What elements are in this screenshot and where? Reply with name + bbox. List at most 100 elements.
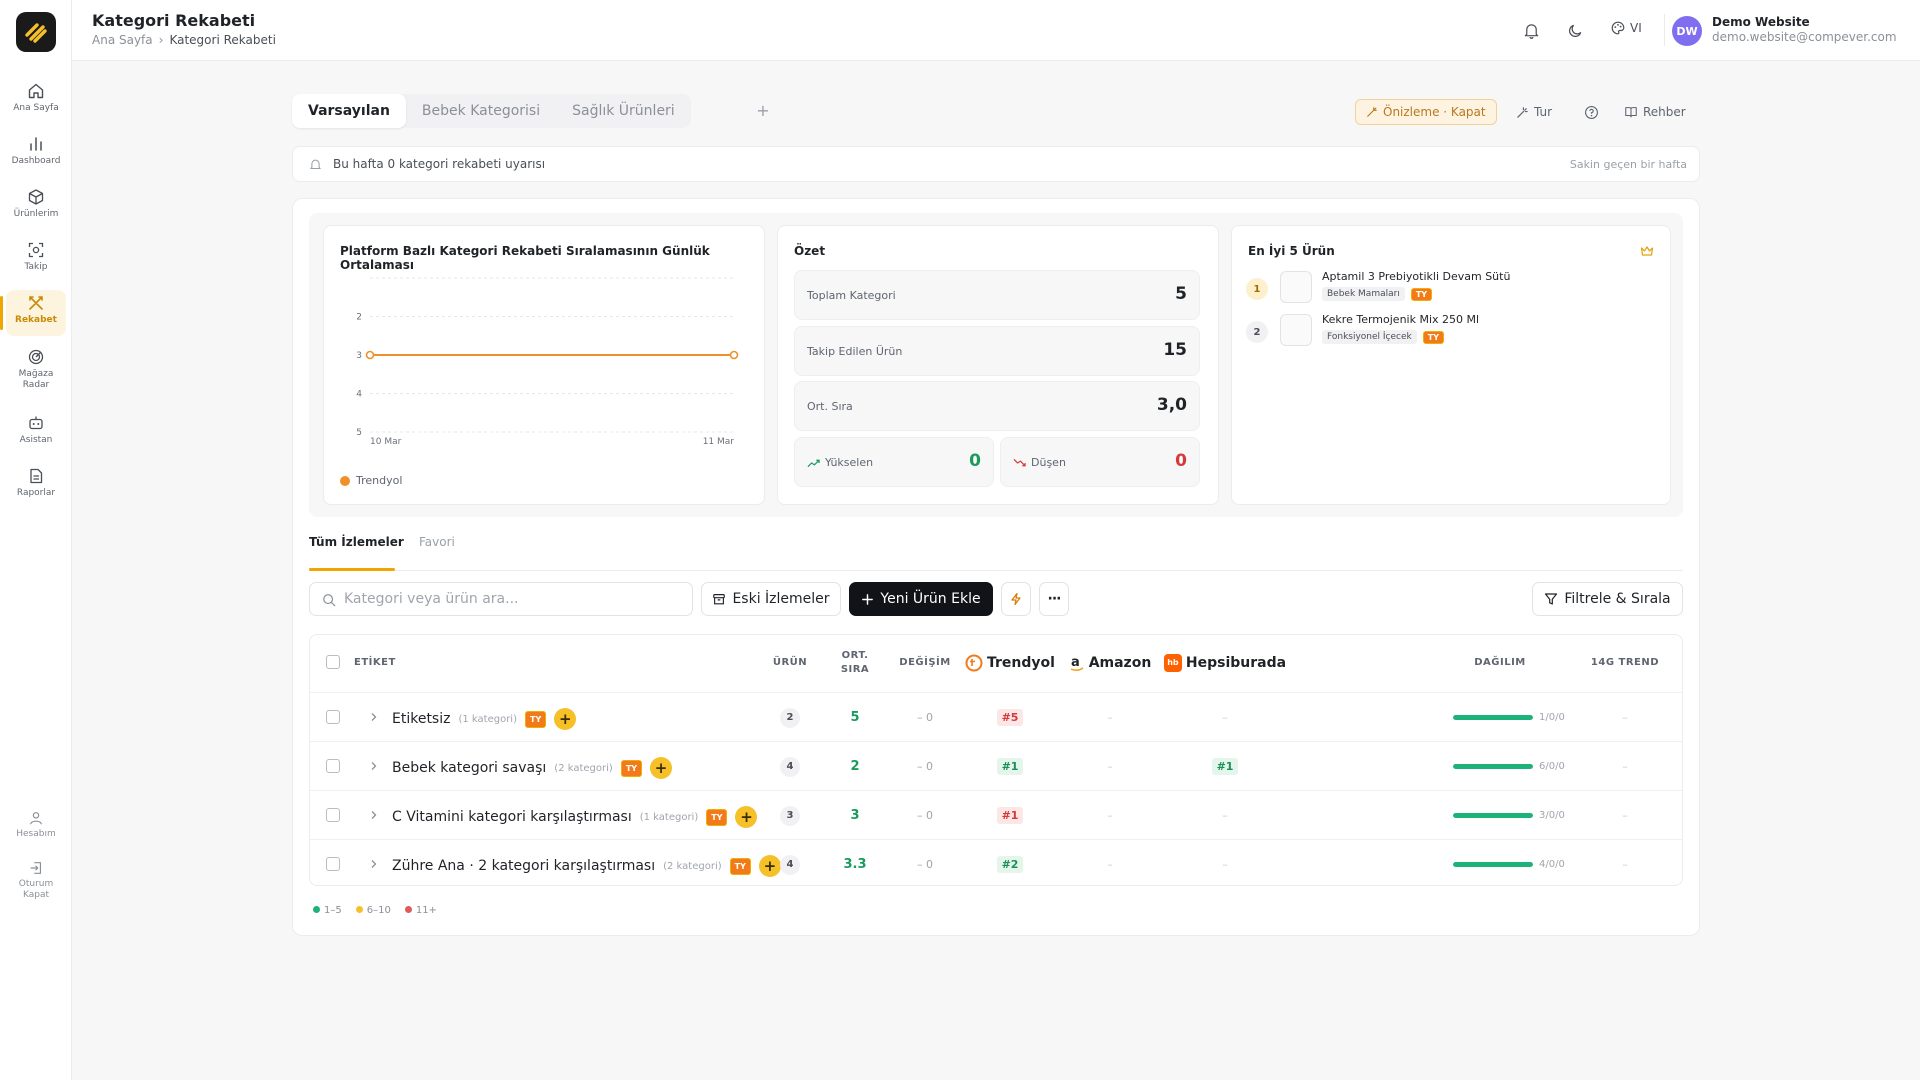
column-header-avg-rank[interactable]: ORT. SIRA bbox=[820, 635, 890, 691]
filter-sort-button[interactable]: Filtrele & Sırala bbox=[1532, 582, 1683, 616]
row-category-count: (1 kategori) bbox=[458, 713, 517, 725]
competition-table: ETİKET ÜRÜN ORT. SIRA DEĞİŞİM Trendyol a… bbox=[309, 634, 1683, 886]
bar-chart-icon bbox=[30, 137, 42, 151]
sidebar-item-logout[interactable]: Oturum Kapat bbox=[6, 856, 66, 902]
trend-cell: – bbox=[1580, 742, 1670, 791]
trendyol-rank: #2 bbox=[996, 856, 1024, 873]
row-checkbox[interactable] bbox=[326, 759, 340, 773]
tour-label: Tur bbox=[1534, 105, 1553, 119]
chart-card: Platform Bazlı Kategori Rekabeti Sıralam… bbox=[323, 225, 765, 505]
avatar[interactable]: DW bbox=[1672, 16, 1702, 46]
tab-health-products[interactable]: Sağlık Ürünleri bbox=[556, 94, 691, 128]
column-header-amazon[interactable]: a Amazon bbox=[1060, 635, 1160, 691]
column-header-hepsiburada[interactable]: hb Hepsiburada bbox=[1160, 635, 1290, 691]
tour-button[interactable]: Tur bbox=[1516, 99, 1552, 125]
column-header-label[interactable]: ETİKET bbox=[354, 635, 414, 691]
sidebar-item-dashboard[interactable]: Dashboard bbox=[6, 131, 66, 177]
column-header-products[interactable]: ÜRÜN bbox=[760, 635, 820, 691]
stat-value: 0 bbox=[1175, 451, 1187, 471]
row-checkbox[interactable] bbox=[326, 710, 340, 724]
table-row[interactable]: C Vitamini kategori karşılaştırması (1 k… bbox=[310, 790, 1682, 839]
add-category-button[interactable]: + bbox=[650, 757, 673, 779]
more-options-button[interactable]: ··· bbox=[1039, 582, 1069, 616]
table-row[interactable]: Etiketsiz (1 kategori) TY + 2 5 – 0 #5 –… bbox=[310, 692, 1682, 742]
weekly-alert-bar[interactable]: Bu hafta 0 kategori rekabeti uyarısı Sak… bbox=[292, 146, 1700, 182]
line-chart: 2 3 4 5 10 Mar 11 Mar bbox=[356, 277, 739, 447]
legend-dot bbox=[313, 906, 320, 913]
row-label[interactable]: C Vitamini kategori karşılaştırması (1 k… bbox=[392, 806, 758, 828]
add-category-button[interactable]: + bbox=[735, 806, 758, 828]
report-icon bbox=[30, 468, 43, 484]
user-icon bbox=[30, 812, 42, 825]
add-category-button[interactable]: + bbox=[554, 708, 577, 730]
old-watches-button[interactable]: Eski İzlemeler bbox=[701, 582, 841, 616]
sidebar-item-reports[interactable]: Raporlar bbox=[6, 463, 66, 509]
distribution-text: 1/0/0 bbox=[1539, 712, 1565, 723]
help-button[interactable] bbox=[1584, 99, 1599, 125]
row-category-count: (2 kategori) bbox=[663, 860, 722, 872]
stat-avg-rank: Ort. Sıra 3,0 bbox=[794, 381, 1200, 431]
stat-total-categories: Toplam Kategori 5 bbox=[794, 270, 1200, 320]
row-checkbox[interactable] bbox=[326, 857, 340, 871]
chevron-right-icon[interactable] bbox=[368, 760, 380, 772]
table-row[interactable]: Bebek kategori savaşı (2 kategori) TY + … bbox=[310, 741, 1682, 791]
search-input[interactable] bbox=[344, 583, 684, 615]
sidebar-item-account[interactable]: Hesabım bbox=[6, 806, 66, 852]
tab-baby-category[interactable]: Bebek Kategorisi bbox=[406, 94, 556, 128]
distribution-bar bbox=[1453, 813, 1533, 818]
table-row[interactable]: Zühre Ana · 2 kategori karşılaştırması (… bbox=[310, 839, 1682, 885]
sidebar-item-label: Rekabet bbox=[15, 315, 57, 325]
sidebar-item-label: Takip bbox=[24, 262, 48, 272]
palette-language-button[interactable]: VI bbox=[1610, 20, 1642, 36]
stat-label: Ort. Sıra bbox=[807, 400, 853, 413]
sidebar-item-competition[interactable]: Rekabet bbox=[0, 290, 66, 336]
column-header-change[interactable]: DEĞİŞİM bbox=[890, 635, 960, 691]
subtab-all-watches[interactable]: Tüm İzlemeler bbox=[309, 535, 404, 549]
amazon-cell: – bbox=[1060, 693, 1160, 742]
sidebar-item-store-radar[interactable]: Mağaza Radar bbox=[6, 344, 66, 396]
y-tick-label: 5 bbox=[356, 428, 362, 438]
add-tab-button[interactable]: + bbox=[752, 100, 774, 122]
preview-close-button[interactable]: Önizleme · Kapat bbox=[1355, 99, 1497, 125]
bell-icon bbox=[1524, 23, 1538, 39]
top-product-item[interactable]: 1 Aptamil 3 Prebiyotikli Devam Sütü Bebe… bbox=[1246, 270, 1666, 310]
chevron-right-icon[interactable] bbox=[368, 711, 380, 723]
chevron-right-icon[interactable] bbox=[368, 858, 380, 870]
row-label[interactable]: Etiketsiz (1 kategori) TY + bbox=[392, 708, 577, 730]
legend-item: 1–5 bbox=[313, 905, 342, 916]
theme-toggle-button[interactable] bbox=[1564, 19, 1586, 41]
column-header-trendyol[interactable]: Trendyol bbox=[960, 635, 1060, 691]
guide-button[interactable]: Rehber bbox=[1624, 99, 1686, 125]
top-product-item[interactable]: 2 Kekre Termojenik Mix 250 Ml Fonksiyone… bbox=[1246, 313, 1666, 353]
chevron-right-icon[interactable] bbox=[368, 809, 380, 821]
add-product-button[interactable]: Yeni Ürün Ekle bbox=[849, 582, 993, 616]
product-count: 4 bbox=[780, 756, 800, 777]
app-logo[interactable] bbox=[16, 12, 56, 52]
sidebar-item-label: Hesabım bbox=[16, 829, 56, 839]
row-label[interactable]: Bebek kategori savaşı (2 kategori) TY + bbox=[392, 757, 673, 779]
select-all-checkbox[interactable] bbox=[326, 655, 340, 669]
tab-default[interactable]: Varsayılan bbox=[292, 94, 406, 128]
breadcrumb-home[interactable]: Ana Sayfa bbox=[92, 33, 153, 47]
column-header-distribution[interactable]: DAĞILIM bbox=[1450, 635, 1550, 691]
hepsiburada-label: Hepsiburada bbox=[1185, 655, 1287, 671]
lightning-icon bbox=[1011, 592, 1021, 606]
box-icon bbox=[28, 189, 44, 205]
column-header-trend[interactable]: 14G TREND bbox=[1580, 635, 1670, 691]
user-name[interactable]: Demo Website bbox=[1712, 15, 1810, 29]
legend-item: 6–10 bbox=[355, 905, 391, 916]
trendyol-badge: TY bbox=[620, 759, 643, 777]
quick-action-button[interactable] bbox=[1001, 582, 1031, 616]
sidebar-item-home[interactable]: Ana Sayfa bbox=[6, 78, 66, 124]
sidebar-item-label: Dashboard bbox=[11, 156, 61, 166]
sidebar-item-tracking[interactable]: Takip bbox=[6, 237, 66, 283]
sidebar-item-products[interactable]: Ürünlerim bbox=[6, 184, 66, 230]
category-chip: Bebek Mamaları bbox=[1322, 287, 1405, 301]
sidebar-item-assistant[interactable]: Asistan bbox=[6, 410, 66, 456]
notifications-button[interactable] bbox=[1520, 19, 1542, 41]
row-label[interactable]: Zühre Ana · 2 kategori karşılaştırması (… bbox=[392, 855, 781, 877]
subtab-favorites[interactable]: Favori bbox=[419, 535, 455, 549]
hepsiburada-rank: – bbox=[1222, 711, 1228, 724]
product-count: 2 bbox=[780, 707, 800, 728]
row-checkbox[interactable] bbox=[326, 808, 340, 822]
